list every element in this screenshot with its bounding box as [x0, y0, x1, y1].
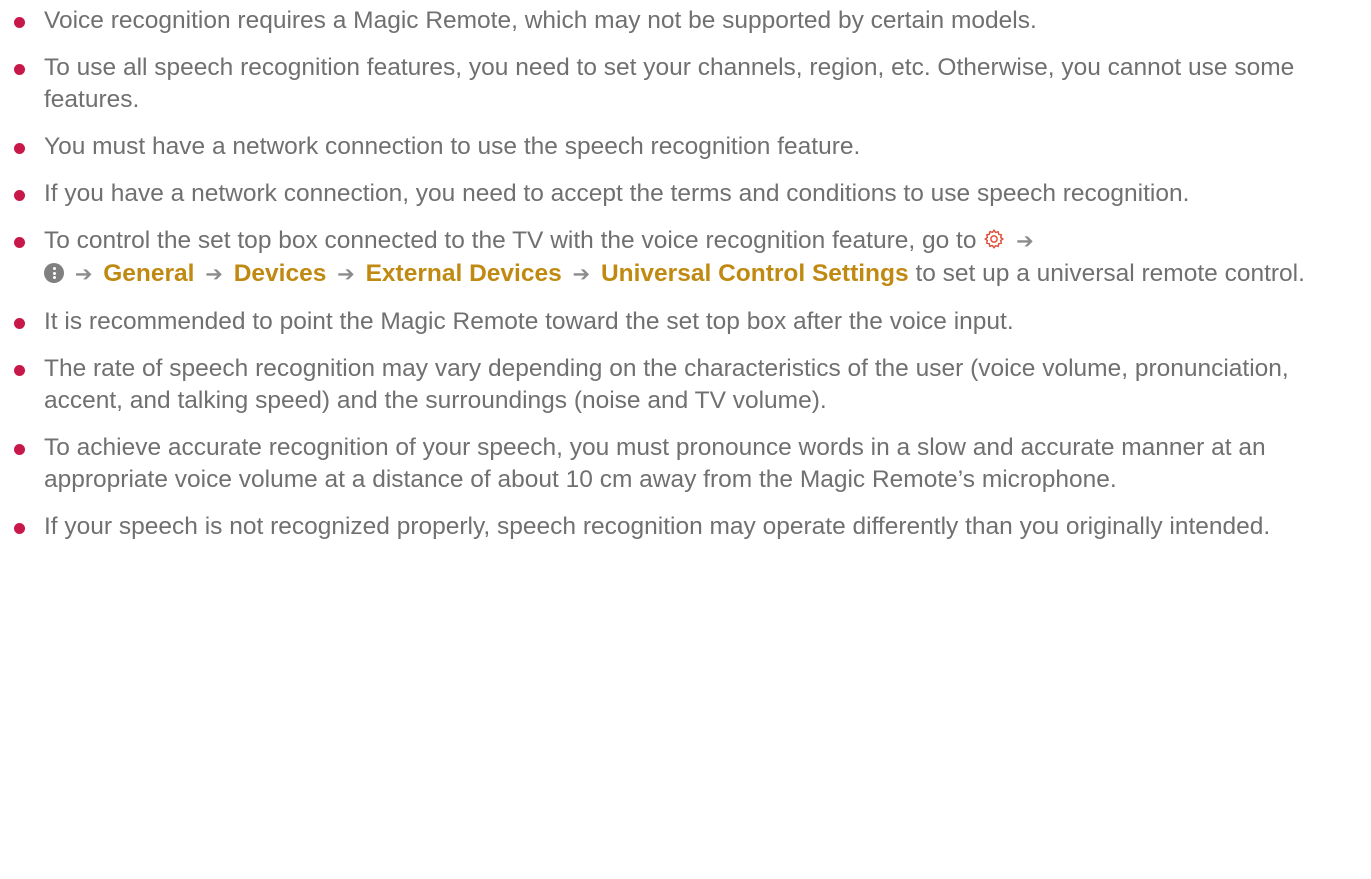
list-item: You must have a network connection to us…: [0, 131, 1371, 163]
list-item: Voice recognition requires a Magic Remot…: [0, 5, 1371, 37]
settings-gear-icon: [984, 229, 1005, 249]
list-item: To achieve accurate recognition of your …: [0, 432, 1371, 496]
notes-list: Voice recognition requires a Magic Remot…: [0, 0, 1371, 543]
list-item: The rate of speech recognition may vary …: [0, 353, 1371, 417]
note-text: You must have a network connection to us…: [44, 133, 861, 160]
note-text: The rate of speech recognition may vary …: [44, 355, 1289, 414]
path-general: General: [103, 260, 195, 287]
list-item: To use all speech recognition features, …: [0, 52, 1371, 116]
bullet-icon: [14, 365, 25, 376]
list-item: If you have a network connection, you ne…: [0, 178, 1371, 210]
list-item: It is recommended to point the Magic Rem…: [0, 306, 1371, 338]
note-text: To use all speech recognition features, …: [44, 54, 1295, 113]
bullet-icon: [14, 318, 25, 329]
bullet-icon: [14, 190, 25, 201]
arrow-icon: ➔: [205, 263, 223, 286]
bullet-icon: [14, 143, 25, 154]
list-item: To control the set top box connected to …: [0, 225, 1371, 291]
arrow-icon: ➔: [1016, 230, 1034, 253]
note-text: It is recommended to point the Magic Rem…: [44, 308, 1014, 335]
arrow-icon: ➔: [572, 263, 591, 286]
bullet-icon: [14, 237, 25, 248]
note-text-outro: to set up a universal remote control.: [915, 260, 1305, 287]
note-text: To achieve accurate recognition of your …: [44, 434, 1266, 493]
bullet-icon: [14, 523, 25, 534]
note-text: If you have a network connection, you ne…: [44, 180, 1190, 207]
bullet-icon: [14, 444, 25, 455]
bullet-icon: [14, 17, 25, 28]
arrow-icon: ➔: [74, 263, 93, 286]
note-text: If your speech is not recognized properl…: [44, 513, 1271, 540]
bullet-icon: [14, 64, 25, 75]
more-menu-icon: [44, 263, 64, 283]
path-devices: Devices: [233, 260, 327, 287]
path-external-devices: External Devices: [365, 260, 562, 287]
note-text-intro: To control the set top box connected to …: [44, 227, 977, 254]
arrow-icon: ➔: [337, 263, 355, 286]
note-text: Voice recognition requires a Magic Remot…: [44, 7, 1037, 34]
list-item: If your speech is not recognized properl…: [0, 511, 1371, 543]
path-universal-control-settings: Universal Control Settings: [600, 260, 909, 287]
